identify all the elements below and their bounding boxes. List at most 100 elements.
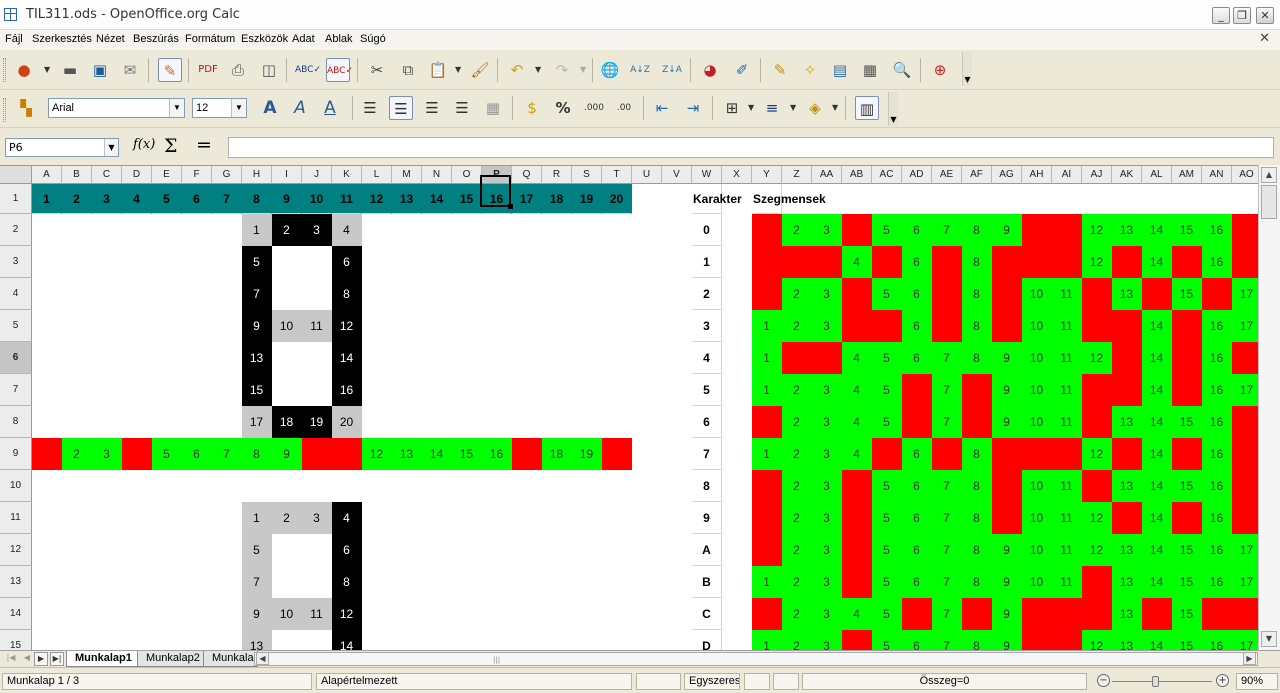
cell-E1[interactable]: 5 (152, 184, 182, 214)
cell-AL9[interactable]: 14 (1142, 438, 1172, 470)
column-header-AA[interactable]: AA (812, 166, 842, 184)
cell-AG9[interactable] (992, 438, 1022, 470)
cell-AI11[interactable]: 11 (1052, 502, 1082, 534)
menu-data[interactable]: Adat (292, 33, 315, 45)
menu-insert[interactable]: Beszúrás (133, 33, 179, 45)
cell-AO13[interactable]: 17 (1232, 566, 1258, 598)
column-header-E[interactable]: E (152, 166, 182, 184)
cell-AO11[interactable] (1232, 502, 1258, 534)
cell-Z15[interactable]: 2 (782, 630, 812, 650)
format-paintbrush-icon[interactable]: 🖌 (468, 58, 492, 82)
cell-K6[interactable]: 14 (332, 342, 362, 374)
cell-K9[interactable] (332, 438, 362, 470)
cell-D9[interactable] (122, 438, 152, 470)
cell-L1[interactable]: 12 (362, 184, 392, 214)
cell-W8[interactable]: 6 (692, 406, 722, 438)
cell-K4[interactable]: 8 (332, 278, 362, 310)
increase-indent-icon[interactable]: ⇥ (681, 96, 705, 120)
column-header-W[interactable]: W (692, 166, 722, 184)
cell-B1[interactable]: 2 (62, 184, 92, 214)
cell-AL4[interactable] (1142, 278, 1172, 310)
column-header-C[interactable]: C (92, 166, 122, 184)
cell-AE3[interactable] (932, 246, 962, 278)
sheet-tab-3[interactable]: Munkala (203, 651, 258, 667)
navigator-icon[interactable]: ✧ (798, 58, 822, 82)
cell-H5[interactable]: 9 (242, 310, 272, 342)
cell-AD9[interactable]: 6 (902, 438, 932, 470)
cell-W5[interactable]: 3 (692, 310, 722, 342)
cell-AO10[interactable] (1232, 470, 1258, 502)
cell-W11[interactable]: 9 (692, 502, 722, 534)
cell-AL15[interactable]: 14 (1142, 630, 1172, 650)
cell-I14[interactable]: 10 (272, 598, 302, 630)
percent-format-icon[interactable]: % (551, 96, 575, 120)
cell-Z11[interactable]: 2 (782, 502, 812, 534)
row-header-4[interactable]: 4 (0, 278, 32, 310)
cell-AD15[interactable]: 6 (902, 630, 932, 650)
cell-AO6[interactable] (1232, 342, 1258, 374)
menu-file[interactable]: Fájl (5, 33, 23, 45)
cell-AI9[interactable] (1052, 438, 1082, 470)
cell-AF11[interactable]: 8 (962, 502, 992, 534)
align-center-icon[interactable]: ☰ (389, 96, 413, 120)
column-header-T[interactable]: T (602, 166, 632, 184)
cell-AN4[interactable] (1202, 278, 1232, 310)
cell-AO12[interactable]: 17 (1232, 534, 1258, 566)
cell-K7[interactable]: 16 (332, 374, 362, 406)
cell-AL14[interactable] (1142, 598, 1172, 630)
cell-J1[interactable]: 10 (302, 184, 332, 214)
cell-AN2[interactable]: 16 (1202, 214, 1232, 246)
cell-AH8[interactable]: 10 (1022, 406, 1052, 438)
cell-AJ9[interactable]: 12 (1082, 438, 1112, 470)
cell-AA3[interactable] (812, 246, 842, 278)
scroll-up-icon[interactable]: ▲ (1261, 167, 1277, 183)
cell-AB6[interactable]: 4 (842, 342, 872, 374)
cell-P9[interactable]: 16 (482, 438, 512, 470)
cell-O9[interactable]: 15 (452, 438, 482, 470)
cell-O1[interactable]: 15 (452, 184, 482, 214)
sheet-tab-2[interactable]: Munkalap2 (137, 651, 209, 667)
column-header-AI[interactable]: AI (1052, 166, 1082, 184)
cell-AJ5[interactable] (1082, 310, 1112, 342)
cell-AI2[interactable] (1052, 214, 1082, 246)
column-header-Q[interactable]: Q (512, 166, 542, 184)
cell-AD2[interactable]: 6 (902, 214, 932, 246)
cell-AM9[interactable] (1172, 438, 1202, 470)
merge-cells-icon[interactable]: ▦ (481, 96, 505, 120)
cell-H2[interactable]: 1 (242, 214, 272, 246)
cell-AH6[interactable]: 10 (1022, 342, 1052, 374)
background-color-dropdown-icon[interactable]: ▼ (832, 96, 840, 120)
gallery-icon[interactable]: ▤ (828, 58, 852, 82)
cell-Z3[interactable] (782, 246, 812, 278)
cell-AA12[interactable]: 3 (812, 534, 842, 566)
edit-file-icon[interactable]: ✎ (158, 58, 182, 82)
vertical-scroll-thumb[interactable] (1261, 185, 1277, 219)
sort-descending-icon[interactable]: Z↓A (660, 58, 684, 82)
cell-Y6[interactable]: 1 (752, 342, 782, 374)
cell-C9[interactable]: 3 (92, 438, 122, 470)
cell-AF15[interactable]: 8 (962, 630, 992, 650)
column-header-AM[interactable]: AM (1172, 166, 1202, 184)
cell-Q1[interactable]: 17 (512, 184, 542, 214)
new-document-icon[interactable]: ● (12, 58, 36, 82)
cell-H7[interactable]: 15 (242, 374, 272, 406)
cell-H8[interactable]: 17 (242, 406, 272, 438)
cell-AG15[interactable]: 9 (992, 630, 1022, 650)
cell-Z12[interactable]: 2 (782, 534, 812, 566)
cell-S1[interactable]: 19 (572, 184, 602, 214)
cell-H12[interactable]: 5 (242, 534, 272, 566)
cell-H11[interactable]: 1 (242, 502, 272, 534)
cell-F9[interactable]: 6 (182, 438, 212, 470)
cell-AC13[interactable]: 5 (872, 566, 902, 598)
cell-AN8[interactable]: 16 (1202, 406, 1232, 438)
column-header-AG[interactable]: AG (992, 166, 1022, 184)
cell-AF12[interactable]: 8 (962, 534, 992, 566)
open-icon[interactable]: ▬ (58, 58, 82, 82)
row-header-15[interactable]: 15 (0, 630, 32, 650)
cell-W6[interactable]: 4 (692, 342, 722, 374)
cell-AL8[interactable]: 14 (1142, 406, 1172, 438)
cell-AH12[interactable]: 10 (1022, 534, 1052, 566)
cell-AD14[interactable] (902, 598, 932, 630)
paste-dropdown-icon[interactable]: ▼ (455, 58, 463, 82)
cell-AK4[interactable]: 13 (1112, 278, 1142, 310)
